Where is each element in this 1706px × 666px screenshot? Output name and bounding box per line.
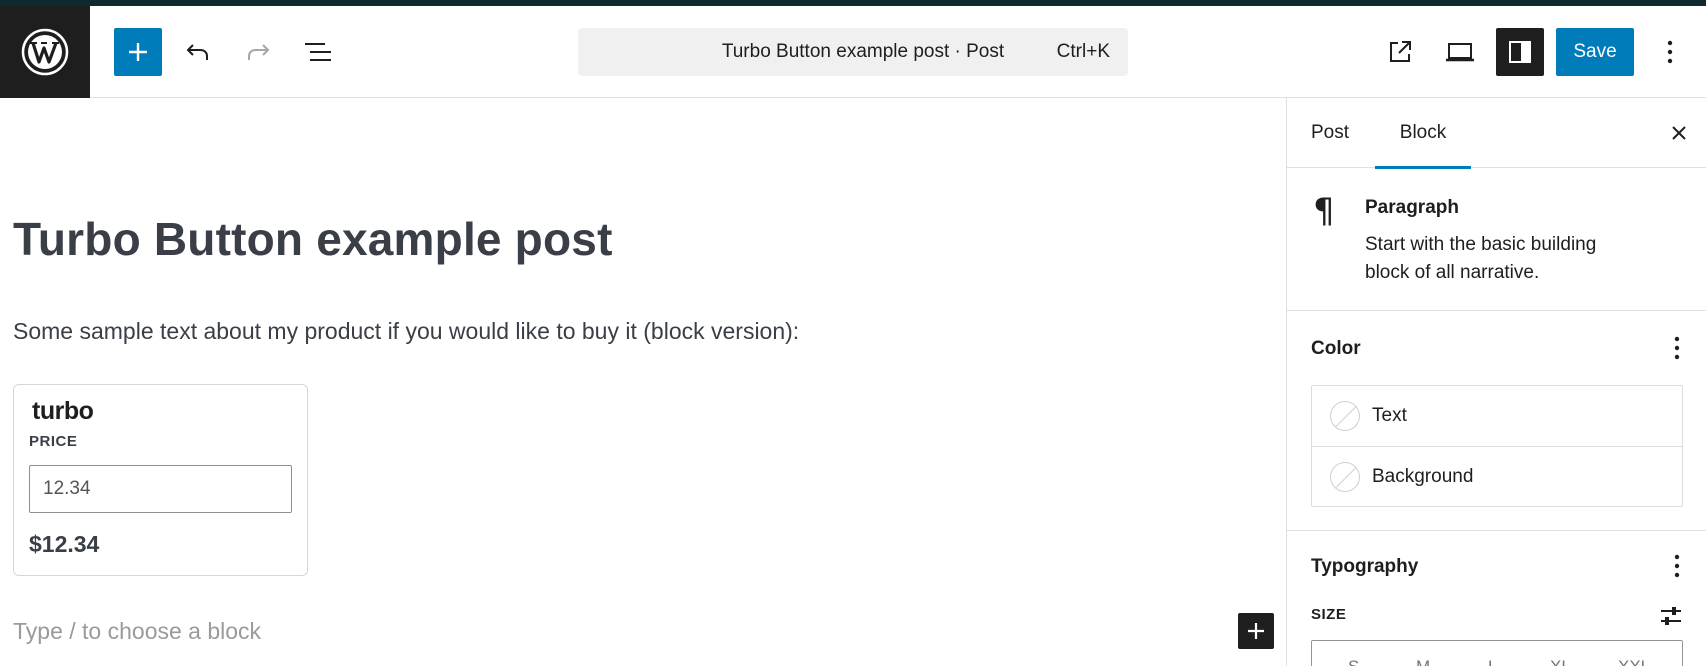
post-title[interactable]: Turbo Button example post xyxy=(13,212,613,266)
display-price: $12.34 xyxy=(29,531,100,557)
typography-panel-title: Typography xyxy=(1311,556,1419,577)
inline-add-block-button[interactable] xyxy=(1238,613,1274,649)
price-input[interactable] xyxy=(29,465,292,513)
turbo-button-block[interactable]: turbo PRICE $12.34 xyxy=(13,384,308,576)
close-sidebar-button[interactable] xyxy=(1657,111,1701,155)
panel-divider xyxy=(1287,530,1706,531)
font-size-label: SIZE xyxy=(1311,606,1347,623)
tab-block[interactable]: Block xyxy=(1375,98,1471,169)
list-view-button[interactable] xyxy=(296,28,340,76)
close-icon xyxy=(1672,126,1686,140)
tab-post[interactable]: Post xyxy=(1287,98,1373,168)
paragraph-block[interactable]: Some sample text about my product if you… xyxy=(13,318,799,345)
size-option-m[interactable]: M xyxy=(1416,657,1430,666)
document-title: Turbo Button example post · Post xyxy=(721,41,1005,62)
undo-button[interactable] xyxy=(176,28,220,76)
block-description: Start with the basic building block of a… xyxy=(1365,234,1597,283)
settings-toggle-button[interactable] xyxy=(1496,28,1544,76)
redo-icon xyxy=(248,44,270,60)
color-item-label: Background xyxy=(1372,465,1474,487)
save-button[interactable]: Save xyxy=(1556,28,1634,76)
turbo-logo: turbo xyxy=(32,397,94,425)
plus-icon xyxy=(129,43,147,61)
color-item-label: Text xyxy=(1372,405,1407,426)
block-appender-placeholder[interactable]: Type / to choose a block xyxy=(13,618,261,645)
color-item-background[interactable]: Background xyxy=(1312,446,1682,506)
paragraph-icon: ¶ xyxy=(1313,191,1335,231)
color-options-button[interactable] xyxy=(1659,330,1695,366)
view-post-button[interactable] xyxy=(1378,28,1422,76)
desktop-icon xyxy=(1446,43,1474,62)
command-palette-bar[interactable]: Turbo Button example post · Post Ctrl+K xyxy=(578,28,1128,76)
command-shortcut: Ctrl+K xyxy=(1056,41,1110,62)
add-block-button[interactable] xyxy=(114,28,162,76)
sidebar-tabs: Post Block xyxy=(1287,98,1706,169)
preview-device-button[interactable] xyxy=(1438,28,1482,76)
typography-options-button[interactable] xyxy=(1659,548,1695,584)
color-settings-group: Text Background xyxy=(1311,385,1683,507)
empty-swatch-icon xyxy=(1330,461,1360,492)
size-option-xl[interactable]: XL xyxy=(1550,657,1571,666)
size-option-l[interactable]: L xyxy=(1488,657,1497,666)
custom-size-button[interactable] xyxy=(1653,598,1689,634)
more-vertical-icon xyxy=(1667,40,1673,64)
redo-button[interactable] xyxy=(236,28,280,76)
editor-header: Turbo Button example post · Post Ctrl+K … xyxy=(0,6,1706,98)
list-view-icon xyxy=(305,43,331,61)
wordpress-logo-icon[interactable] xyxy=(0,6,90,98)
editor-canvas: Turbo Button example post Some sample te… xyxy=(0,98,1286,666)
more-vertical-icon xyxy=(1674,554,1680,578)
plus-icon xyxy=(1248,623,1264,639)
settings-sidebar: Post Block ¶ Paragraph Start with the ba… xyxy=(1286,98,1706,666)
external-link-icon xyxy=(1390,41,1411,62)
undo-icon xyxy=(186,44,208,60)
more-vertical-icon xyxy=(1674,336,1680,360)
empty-swatch-icon xyxy=(1330,401,1360,431)
block-name: Paragraph xyxy=(1365,197,1459,218)
size-option-xxl[interactable]: XXL xyxy=(1618,657,1650,666)
options-menu-button[interactable] xyxy=(1648,28,1692,76)
settings-sliders-icon xyxy=(1661,607,1681,625)
sidebar-icon xyxy=(1509,41,1531,63)
price-label: PRICE xyxy=(29,433,78,450)
color-panel-title: Color xyxy=(1311,338,1361,359)
block-card: ¶ Paragraph Start with the basic buildin… xyxy=(1287,169,1706,311)
color-item-text[interactable]: Text xyxy=(1312,386,1682,446)
size-option-s[interactable]: S xyxy=(1348,657,1359,666)
font-size-toggle-group: S M L XL XXL xyxy=(1311,640,1683,666)
